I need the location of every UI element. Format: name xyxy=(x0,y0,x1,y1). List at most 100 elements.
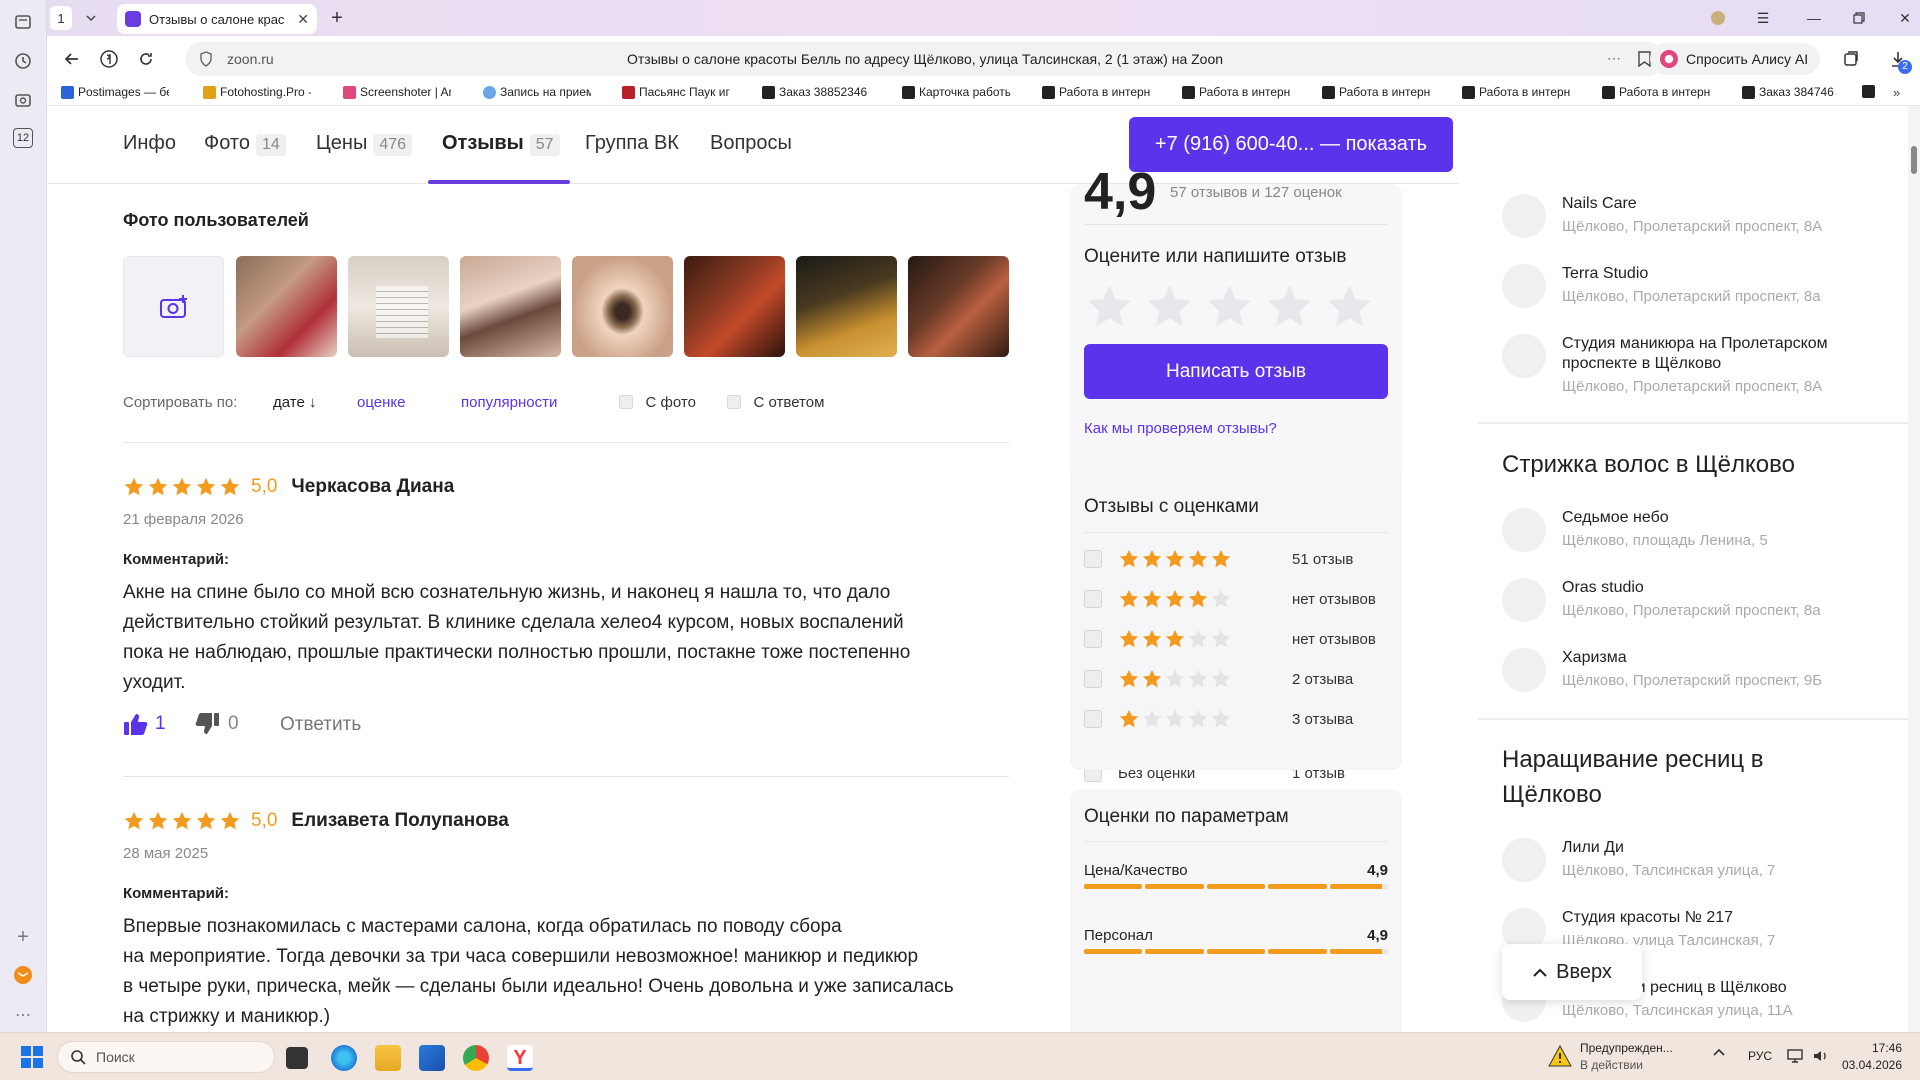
related-business[interactable]: Харизма Щёлково, Пролетарский проспект, 9… xyxy=(1502,648,1822,692)
url-field[interactable]: zoon.ru Отзывы о салоне красоты Белль по… xyxy=(185,42,1665,76)
show-phone-button[interactable]: +7 (916) 600-40... — показать xyxy=(1129,117,1453,172)
bookmark-item[interactable]: Работа в интерне xyxy=(1182,85,1290,99)
user-photo-eye[interactable] xyxy=(572,256,673,357)
warning-icon[interactable] xyxy=(1548,1045,1572,1067)
tab-photo[interactable]: Фото 14 xyxy=(204,132,286,156)
back-icon[interactable] xyxy=(61,48,83,70)
bookmark-item[interactable]: Работа в интерне xyxy=(1462,85,1570,99)
calendar-badge[interactable]: 12 xyxy=(13,128,33,148)
tab-questions[interactable]: Вопросы xyxy=(710,132,792,155)
related-business[interactable]: Лили Ди Щёлково, Талсинская улица, 7 xyxy=(1502,838,1775,882)
bookmark-item[interactable]: Работа в интерне xyxy=(1602,85,1710,99)
task-view-icon[interactable] xyxy=(286,1047,308,1069)
history-icon[interactable] xyxy=(11,49,35,73)
clock-time[interactable]: 17:46 xyxy=(1850,1041,1902,1055)
notification-title[interactable]: Предупрежден... xyxy=(1580,1041,1673,1055)
user-photo-haircut[interactable] xyxy=(684,256,785,357)
rate-stars-input[interactable] xyxy=(1084,281,1375,332)
review-author[interactable]: Елизавета Полупанова xyxy=(291,810,508,832)
reload-icon[interactable] xyxy=(135,48,157,70)
reply-button[interactable]: Ответить xyxy=(280,714,361,736)
user-photo-ear[interactable] xyxy=(236,256,337,357)
lash-section-title[interactable]: Наращивание ресниц в Щёлково xyxy=(1502,742,1764,812)
haircut-section-title[interactable]: Стрижка волос в Щёлково xyxy=(1502,447,1795,482)
like-button[interactable]: 1 xyxy=(123,712,166,736)
window-close-icon[interactable]: ✕ xyxy=(1893,6,1917,30)
filter-with-photo[interactable]: С фото xyxy=(619,394,696,411)
bookmark-item[interactable]: Запись на прием xyxy=(483,85,591,99)
search-box[interactable]: Поиск xyxy=(57,1041,275,1073)
user-photo-haircut[interactable] xyxy=(796,256,897,357)
verify-link[interactable]: Как мы проверяем отзывы? xyxy=(1084,420,1277,437)
user-photo-haircut[interactable] xyxy=(908,256,1009,357)
bookmark-item[interactable]: Заказ 384746 xyxy=(1742,85,1850,99)
scroll-up-button[interactable]: Вверх xyxy=(1502,944,1642,1000)
breakdown-row[interactable]: нет отзывов xyxy=(1084,628,1388,650)
breakdown-row[interactable]: нет отзывов xyxy=(1084,588,1388,610)
alice-button[interactable]: Спросить Алису AI xyxy=(1650,43,1820,75)
breakdown-row[interactable]: 3 отзыва xyxy=(1084,708,1388,730)
tab-counter[interactable]: 1 xyxy=(50,6,72,30)
yandex-icon[interactable] xyxy=(98,48,120,70)
star-icon[interactable] xyxy=(1204,281,1255,332)
collections-icon[interactable] xyxy=(1840,48,1862,70)
tabs-panel-icon[interactable] xyxy=(11,10,35,34)
close-icon[interactable]: ✕ xyxy=(297,11,309,28)
mail-icon[interactable] xyxy=(11,963,35,987)
scrollbar-thumb[interactable] xyxy=(1911,146,1917,174)
network-icon[interactable] xyxy=(1786,1047,1804,1065)
breakdown-row[interactable]: 2 отзыва xyxy=(1084,668,1388,690)
active-tab[interactable]: Отзывы о салоне крас ✕ xyxy=(117,4,317,34)
tab-vk-group[interactable]: Группа ВК xyxy=(585,132,679,155)
tab-info[interactable]: Инфо xyxy=(123,132,176,155)
screenshot-icon[interactable] xyxy=(11,88,35,112)
add-photo-button[interactable] xyxy=(123,256,224,357)
folder-icon[interactable] xyxy=(375,1045,401,1071)
related-business[interactable]: Terra Studio Щёлково, Пролетарский проспе… xyxy=(1502,264,1821,308)
star-icon[interactable] xyxy=(1144,281,1195,332)
yandex-browser-icon[interactable]: Y xyxy=(507,1045,533,1071)
bookmark-item[interactable]: Работа в интерне xyxy=(1042,85,1150,99)
related-business[interactable]: Студия маникюра на Пролетарском проспекте… xyxy=(1502,334,1828,395)
sort-by-popularity[interactable]: популярности xyxy=(461,394,557,411)
user-photo-lashes[interactable] xyxy=(460,256,561,357)
tab-prices[interactable]: Цены 476 xyxy=(316,132,413,156)
add-panel-icon[interactable]: + xyxy=(11,925,35,949)
checkbox[interactable] xyxy=(1084,710,1102,728)
related-business[interactable]: Oras studio Щёлково, Пролетарский проспек… xyxy=(1502,578,1821,622)
related-business[interactable]: Седьмое небо Щёлково, площадь Ленина, 5 xyxy=(1502,508,1768,552)
bookmark-item[interactable] xyxy=(1862,85,1878,98)
restore-icon[interactable] xyxy=(1847,6,1871,30)
language-indicator[interactable]: РУС xyxy=(1748,1049,1772,1063)
menu-icon[interactable]: ☰ xyxy=(1751,6,1775,30)
minimize-icon[interactable]: — xyxy=(1802,6,1826,30)
filter-with-reply[interactable]: С ответом xyxy=(727,394,824,411)
review-author[interactable]: Черкасова Диана xyxy=(291,476,454,498)
checkbox[interactable] xyxy=(1084,590,1102,608)
chrome-icon[interactable] xyxy=(463,1045,489,1071)
bookmark-item[interactable]: Заказ 38852346 / xyxy=(762,85,870,99)
chevron-up-icon[interactable] xyxy=(1712,1047,1726,1057)
tab-reviews[interactable]: Отзывы 57 xyxy=(442,132,560,156)
write-review-button[interactable]: Написать отзыв xyxy=(1084,344,1388,399)
volume-icon[interactable] xyxy=(1812,1047,1830,1065)
bookmark-item[interactable]: Пасьянс Паук игр xyxy=(622,85,730,99)
bookmark-item[interactable]: Postimages — бес xyxy=(61,85,169,99)
checkbox[interactable] xyxy=(1084,550,1102,568)
bookmark-item[interactable]: Карточка работы xyxy=(902,85,1010,99)
checkbox[interactable] xyxy=(1084,630,1102,648)
sort-by-rating[interactable]: оценке xyxy=(357,394,405,411)
profile-icon[interactable] xyxy=(1706,6,1730,30)
user-photo-receipt[interactable] xyxy=(348,256,449,357)
checkbox[interactable] xyxy=(727,395,741,409)
windows-start-icon[interactable] xyxy=(20,1045,44,1069)
dislike-button[interactable]: 0 xyxy=(194,712,239,736)
star-icon[interactable] xyxy=(1084,281,1135,332)
checkbox[interactable] xyxy=(619,395,633,409)
checkbox[interactable] xyxy=(1084,670,1102,688)
star-icon[interactable] xyxy=(1264,281,1315,332)
related-business[interactable]: Nails Care Щёлково, Пролетарский проспект… xyxy=(1502,194,1822,238)
chevron-down-icon[interactable] xyxy=(81,6,101,30)
page-scrollbar[interactable] xyxy=(1908,106,1920,1032)
edge-icon[interactable] xyxy=(331,1045,357,1071)
